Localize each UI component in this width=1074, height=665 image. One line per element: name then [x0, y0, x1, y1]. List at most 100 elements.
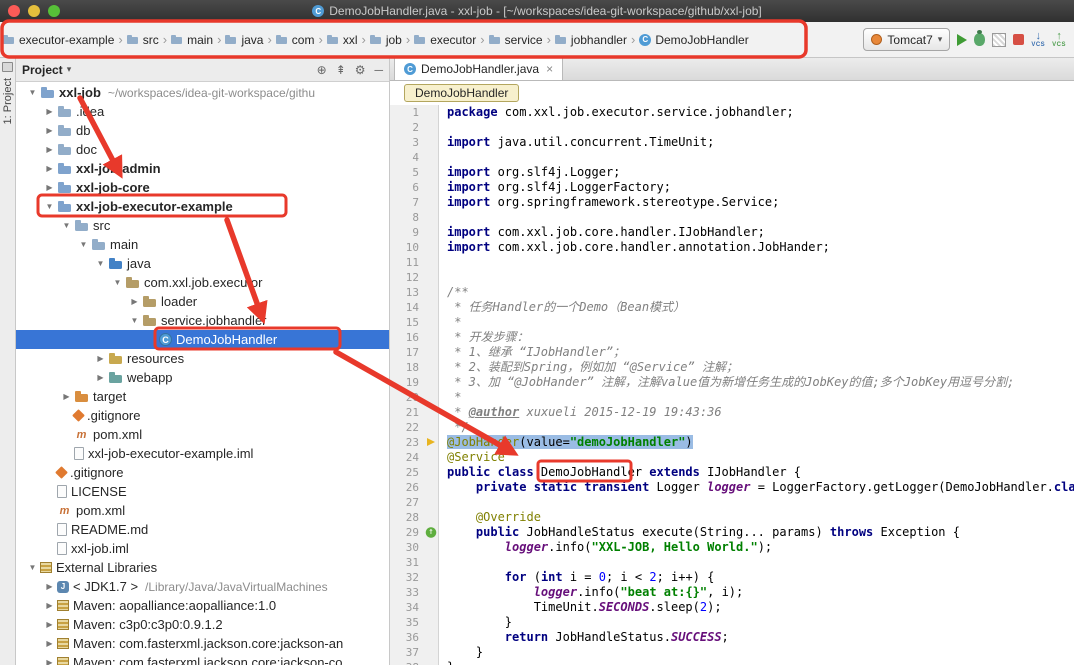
- code-line[interactable]: 34 TimeUnit.SECONDS.sleep(2);: [390, 600, 1074, 615]
- expanded-arrow-icon[interactable]: ▼: [94, 259, 107, 268]
- collapsed-arrow-icon[interactable]: ▶: [43, 145, 56, 154]
- tree-row[interactable]: xxl-job-executor-example.iml: [16, 444, 389, 463]
- tree-row[interactable]: ▶J< JDK1.7 >/Library/Java/JavaVirtualMac…: [16, 577, 389, 596]
- tree-row[interactable]: ▶db: [16, 121, 389, 140]
- code-line[interactable]: 12: [390, 270, 1074, 285]
- code-lines[interactable]: 1package com.xxl.job.executor.service.jo…: [390, 105, 1074, 665]
- coverage-button[interactable]: [992, 33, 1006, 47]
- tree-row[interactable]: xxl-job.iml: [16, 539, 389, 558]
- code-line[interactable]: 31: [390, 555, 1074, 570]
- expanded-arrow-icon[interactable]: ▼: [26, 88, 39, 97]
- tree-row[interactable]: mpom.xml: [16, 501, 389, 520]
- project-view-select[interactable]: Project ▾: [22, 63, 71, 77]
- tree-row[interactable]: ▶xxl-job-admin: [16, 159, 389, 178]
- minimize-window-button[interactable]: [28, 5, 40, 17]
- code-line[interactable]: 4: [390, 150, 1074, 165]
- debug-button[interactable]: [974, 33, 985, 46]
- vcs-commit-button[interactable]: ↑ VCS: [1052, 31, 1066, 48]
- code-line[interactable]: 28 @Override: [390, 510, 1074, 525]
- breadcrumb-item[interactable]: executor: [411, 31, 479, 49]
- expanded-arrow-icon[interactable]: ▼: [26, 563, 39, 572]
- tree-row[interactable]: CDemoJobHandler: [16, 330, 389, 349]
- tree-row[interactable]: ▶Maven: com.fasterxml.jackson.core:jacks…: [16, 653, 389, 665]
- expanded-arrow-icon[interactable]: ▼: [77, 240, 90, 249]
- code-line[interactable]: 17 * 1、继承 “IJobHandler”；: [390, 345, 1074, 360]
- code-line[interactable]: 33 logger.info("beat at:{}", i);: [390, 585, 1074, 600]
- expanded-arrow-icon[interactable]: ▼: [43, 202, 56, 211]
- tree-row[interactable]: ▶xxl-job-core: [16, 178, 389, 197]
- breadcrumb-item[interactable]: service: [486, 31, 546, 49]
- tree-row[interactable]: ▼External Libraries: [16, 558, 389, 577]
- collapsed-arrow-icon[interactable]: ▶: [43, 164, 56, 173]
- code-line[interactable]: 13/**: [390, 285, 1074, 300]
- code-line[interactable]: 36 return JobHandleStatus.SUCCESS;: [390, 630, 1074, 645]
- project-tool-tab[interactable]: 1: Project: [2, 78, 14, 124]
- code-line[interactable]: 38}: [390, 660, 1074, 665]
- override-marker-icon[interactable]: ↑: [424, 525, 439, 540]
- tree-row[interactable]: mpom.xml: [16, 425, 389, 444]
- code-line[interactable]: 15 *: [390, 315, 1074, 330]
- close-window-button[interactable]: [8, 5, 20, 17]
- editor-breadcrumb-class[interactable]: DemoJobHandler: [404, 84, 519, 102]
- run-button[interactable]: [957, 34, 967, 46]
- code-line[interactable]: 22 */: [390, 420, 1074, 435]
- breadcrumb-item[interactable]: com: [273, 31, 318, 49]
- code-line[interactable]: 30 logger.info("XXL-JOB, Hello World.");: [390, 540, 1074, 555]
- tree-row[interactable]: ▼src: [16, 216, 389, 235]
- collapse-all-icon[interactable]: ⇞: [336, 63, 346, 77]
- tree-row[interactable]: ▶Maven: com.fasterxml.jackson.core:jacks…: [16, 634, 389, 653]
- close-icon[interactable]: ×: [546, 62, 553, 76]
- breadcrumb-item[interactable]: java: [222, 31, 266, 49]
- collapsed-arrow-icon[interactable]: ▶: [43, 126, 56, 135]
- tree-row[interactable]: ▶Maven: aopalliance:aopalliance:1.0: [16, 596, 389, 615]
- breadcrumb-item[interactable]: executor-example: [0, 31, 117, 49]
- code-line[interactable]: 8: [390, 210, 1074, 225]
- tree-row[interactable]: README.md: [16, 520, 389, 539]
- stop-button[interactable]: [1013, 34, 1024, 45]
- collapsed-arrow-icon[interactable]: ▶: [43, 582, 56, 591]
- vcs-update-button[interactable]: ↓ VCS: [1031, 31, 1045, 48]
- code-line[interactable]: 27: [390, 495, 1074, 510]
- code-line[interactable]: 5import org.slf4j.Logger;: [390, 165, 1074, 180]
- tree-row[interactable]: ▶Maven: c3p0:c3p0:0.9.1.2: [16, 615, 389, 634]
- collapsed-arrow-icon[interactable]: ▶: [43, 107, 56, 116]
- code-line[interactable]: 35 }: [390, 615, 1074, 630]
- code-line[interactable]: 37 }: [390, 645, 1074, 660]
- collapsed-arrow-icon[interactable]: ▶: [43, 639, 56, 648]
- expanded-arrow-icon[interactable]: ▼: [128, 316, 141, 325]
- collapsed-arrow-icon[interactable]: ▶: [94, 373, 107, 382]
- tree-row[interactable]: ▼xxl-job-executor-example: [16, 197, 389, 216]
- code-line[interactable]: 29↑ public JobHandleStatus execute(Strin…: [390, 525, 1074, 540]
- tree-row[interactable]: ▶doc: [16, 140, 389, 159]
- collapsed-arrow-icon[interactable]: ▶: [43, 658, 56, 665]
- code-line[interactable]: 24@Service: [390, 450, 1074, 465]
- breadcrumb-item[interactable]: main: [168, 31, 216, 49]
- breadcrumb-item[interactable]: xxl: [324, 31, 361, 49]
- code-line[interactable]: 1package com.xxl.job.executor.service.jo…: [390, 105, 1074, 120]
- tree-row[interactable]: .gitignore: [16, 406, 389, 425]
- tree-row[interactable]: ▼xxl-job~/workspaces/idea-git-workspace/…: [16, 83, 389, 102]
- collapsed-arrow-icon[interactable]: ▶: [43, 601, 56, 610]
- code-line[interactable]: 16 * 开发步骤：: [390, 330, 1074, 345]
- breadcrumb-item[interactable]: CDemoJobHandler: [636, 31, 751, 49]
- expanded-arrow-icon[interactable]: ▼: [60, 221, 73, 230]
- hide-panel-icon[interactable]: ─: [374, 63, 383, 77]
- tree-row[interactable]: ▶webapp: [16, 368, 389, 387]
- code-line[interactable]: 32 for (int i = 0; i < 2; i++) {: [390, 570, 1074, 585]
- code-line[interactable]: 3import java.util.concurrent.TimeUnit;: [390, 135, 1074, 150]
- code-line[interactable]: 6import org.slf4j.LoggerFactory;: [390, 180, 1074, 195]
- tree-row[interactable]: LICENSE: [16, 482, 389, 501]
- code-line[interactable]: 19 * 3、加 “@JobHander” 注解，注解value值为新增任务生成…: [390, 375, 1074, 390]
- code-line[interactable]: 11: [390, 255, 1074, 270]
- code-line[interactable]: 7import org.springframework.stereotype.S…: [390, 195, 1074, 210]
- code-line[interactable]: 23@JobHander(value="demoJobHandler"): [390, 435, 1074, 450]
- code-line[interactable]: 25public class DemoJobHandler extends IJ…: [390, 465, 1074, 480]
- code-line[interactable]: 2: [390, 120, 1074, 135]
- tree-row[interactable]: ▼main: [16, 235, 389, 254]
- tree-row[interactable]: ▼service.jobhandler: [16, 311, 389, 330]
- breadcrumb-item[interactable]: src: [124, 31, 162, 49]
- collapsed-arrow-icon[interactable]: ▶: [43, 620, 56, 629]
- locate-file-icon[interactable]: ⊕: [317, 63, 327, 77]
- tree-row[interactable]: ▶resources: [16, 349, 389, 368]
- code-line[interactable]: 21 * @author xuxueli 2015-12-19 19:43:36: [390, 405, 1074, 420]
